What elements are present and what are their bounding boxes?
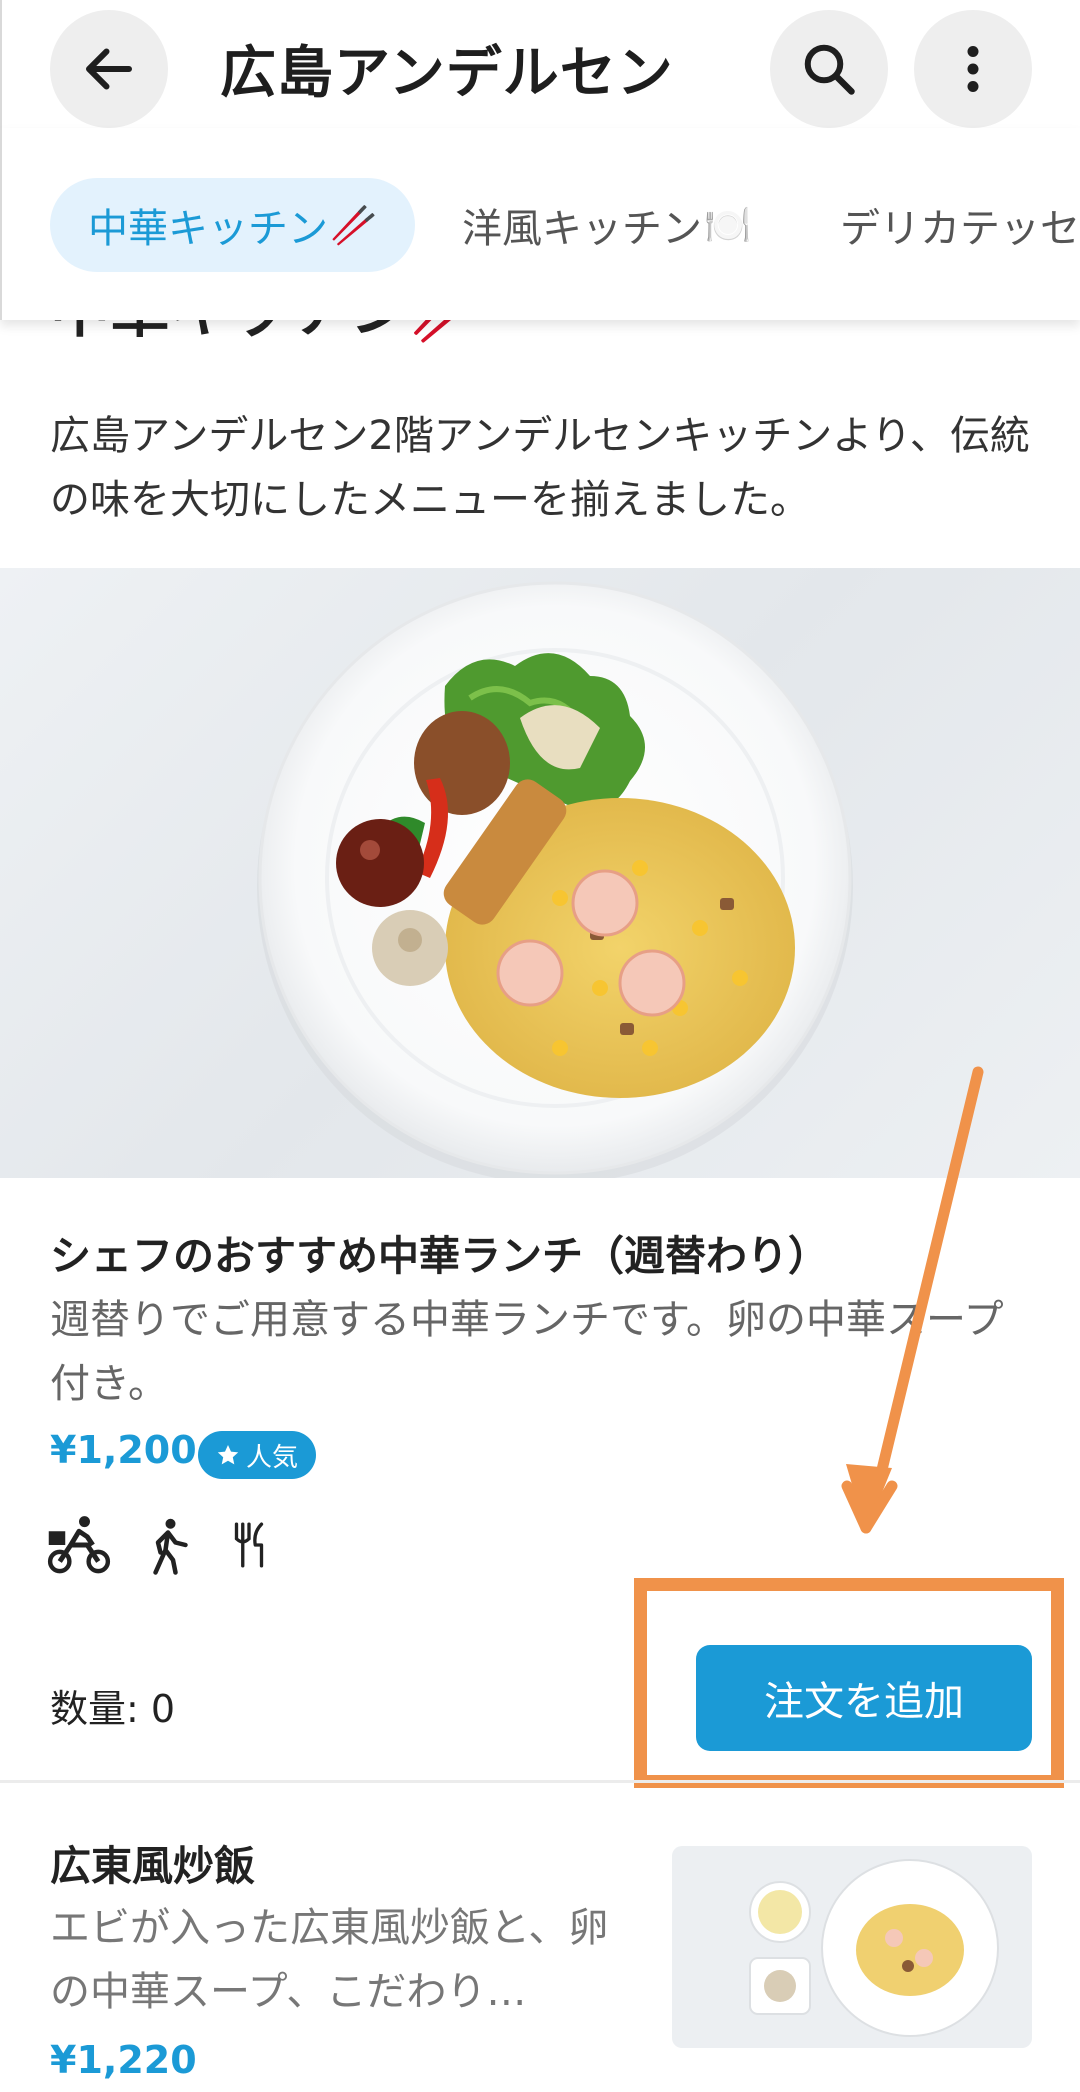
plate-cutlery-icon: 🍽️ [704, 202, 752, 247]
section-description: 広島アンデルセン2階アンデルセンキッチンより、伝統の味を大切にしたメニューを揃え… [50, 413, 1030, 523]
item-title: 広東風炒飯 [50, 1842, 255, 1890]
tab-label: 洋風キッチン [462, 206, 702, 252]
chopsticks-icon: 🥢 [330, 202, 378, 247]
divider [0, 1780, 1080, 1783]
tab-label: デリカテッセン [840, 206, 1080, 252]
star-icon [217, 1445, 239, 1465]
walking-pickup-icon [153, 1518, 188, 1575]
popular-badge: 人気 [198, 1431, 317, 1479]
item-description: エビが入った広東風炒飯と、卵の中華スープ、こだわり… [50, 1905, 609, 2015]
app-bar: 広島アンデルセン [0, 0, 1080, 128]
add-order-button[interactable]: 注文を追加 [696, 1645, 1032, 1751]
tab-delicatessen[interactable]: デリカテッセン [840, 178, 1080, 272]
item-description: 週替りでご用意する中華ランチです。卵の中華スープ付き。 [50, 1297, 1004, 1407]
tab-chinese-kitchen[interactable]: 中華キッチン 🥢 [50, 178, 416, 272]
dine-in-cutlery-icon [234, 1522, 264, 1568]
arrow-left-icon [86, 48, 132, 90]
page-title: 広島アンデルセン [220, 41, 674, 106]
more-options-button[interactable] [914, 10, 1032, 128]
quantity-label: 数量: 0 [50, 1687, 176, 1731]
item-title: シェフのおすすめ中華ランチ（週替わり） [50, 1232, 829, 1280]
tab-label: 中華キッチン [88, 206, 328, 252]
service-options [46, 1510, 274, 1580]
category-tabs: 中華キッチン🥢 洋風キッチン🍽️ デリカテッセン [0, 128, 1080, 320]
item-price: ¥1,200 [50, 1428, 197, 1472]
item-photo[interactable] [0, 568, 1080, 1178]
search-button[interactable] [770, 10, 888, 128]
back-button[interactable] [50, 10, 168, 128]
more-vertical-icon [967, 46, 979, 92]
search-icon [804, 44, 855, 95]
item-thumbnail[interactable] [672, 1846, 1032, 2048]
badge-label: 人気 [246, 1442, 299, 1473]
delivery-bike-icon [47, 1516, 111, 1574]
tab-western-kitchen[interactable]: 洋風キッチン 🍽️ [462, 178, 751, 272]
item-price: ¥1,220 [50, 2038, 197, 2082]
